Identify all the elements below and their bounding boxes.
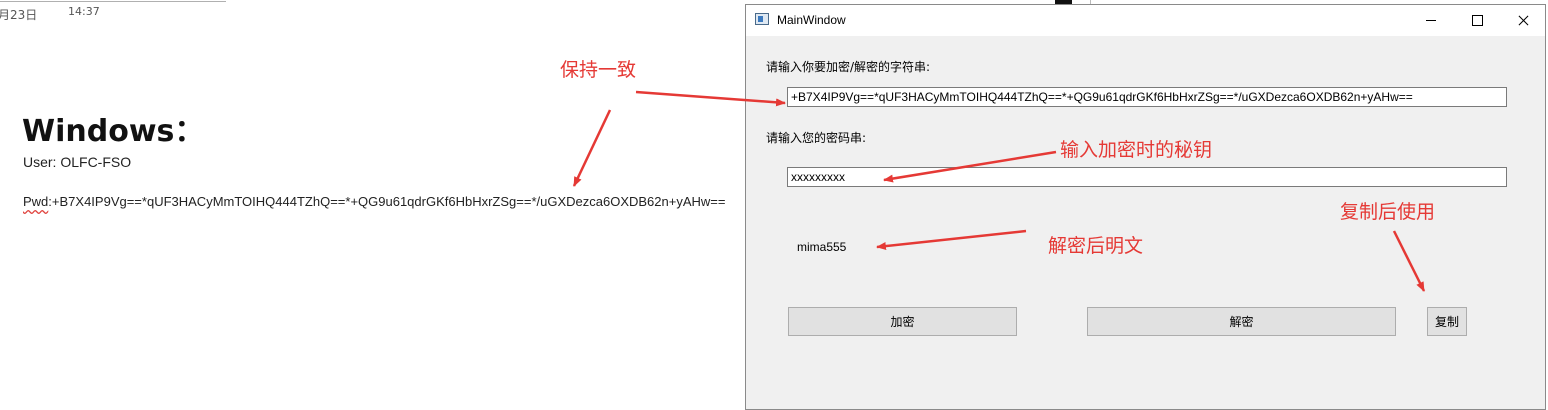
- arrow-to-key-field: [883, 150, 1057, 183]
- arrow-to-note-password: [572, 109, 612, 187]
- annotation-arrows: [572, 90, 1426, 292]
- arrow-to-input-field: [635, 90, 786, 107]
- arrow-to-output: [876, 229, 1027, 251]
- arrow-to-copy-button: [1392, 230, 1426, 292]
